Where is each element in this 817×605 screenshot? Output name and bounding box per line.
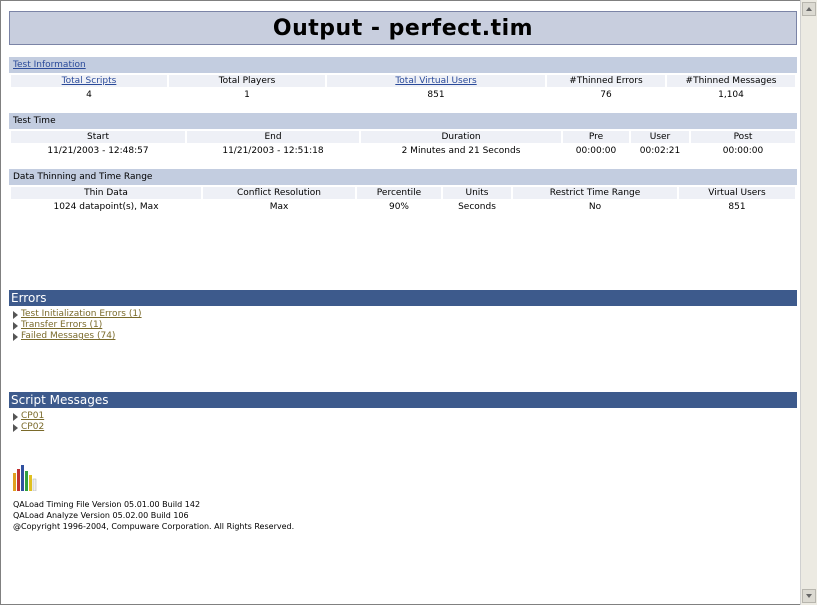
header-thinned-messages: #Thinned Messages bbox=[667, 75, 795, 87]
value-virtual-users: 851 bbox=[679, 201, 795, 213]
qaload-logo-icon bbox=[13, 465, 37, 491]
value-thin-data: 1024 datapoint(s), Max bbox=[11, 201, 201, 213]
expand-arrow-icon[interactable] bbox=[13, 310, 18, 319]
header-post: Post bbox=[691, 131, 795, 143]
expand-arrow-icon[interactable] bbox=[13, 412, 18, 421]
value-percentile: 90% bbox=[357, 201, 441, 213]
value-user: 00:02:21 bbox=[631, 145, 689, 157]
test-time-heading: Test Time bbox=[9, 113, 797, 129]
data-thinning-heading: Data Thinning and Time Range bbox=[9, 169, 797, 185]
test-information-table: Total Scripts Total Players Total Virtua… bbox=[9, 73, 797, 103]
header-thinned-errors: #Thinned Errors bbox=[547, 75, 665, 87]
value-end: 11/21/2003 - 12:51:18 bbox=[187, 145, 359, 157]
value-pre: 00:00:00 bbox=[563, 145, 629, 157]
header-total-scripts[interactable]: Total Scripts bbox=[11, 75, 167, 87]
header-total-players: Total Players bbox=[169, 75, 325, 87]
tree-item-label[interactable]: CP02 bbox=[21, 422, 44, 433]
table-header-row: Thin Data Conflict Resolution Percentile… bbox=[11, 187, 795, 199]
table-row: 11/21/2003 - 12:48:57 11/21/2003 - 12:51… bbox=[11, 145, 795, 157]
value-units: Seconds bbox=[443, 201, 511, 213]
table-header-row: Start End Duration Pre User Post bbox=[11, 131, 795, 143]
data-thinning-table: Thin Data Conflict Resolution Percentile… bbox=[9, 185, 797, 215]
report-content: Output - perfect.tim Test Information To… bbox=[9, 11, 797, 215]
header-duration: Duration bbox=[361, 131, 561, 143]
table-row: 4 1 851 76 1,104 bbox=[11, 89, 795, 101]
test-time-table: Start End Duration Pre User Post 11/21/2… bbox=[9, 129, 797, 159]
header-conflict-resolution: Conflict Resolution bbox=[203, 187, 355, 199]
errors-heading: Errors bbox=[11, 291, 47, 305]
copyright: @Copyright 1996-2004, Compuware Corporat… bbox=[13, 522, 295, 531]
value-total-players: 1 bbox=[169, 89, 325, 101]
value-total-virtual-users: 851 bbox=[327, 89, 545, 101]
tree-item-transfer-errors[interactable]: Transfer Errors (1) bbox=[13, 320, 142, 331]
value-start: 11/21/2003 - 12:48:57 bbox=[11, 145, 185, 157]
tree-item-failed-messages[interactable]: Failed Messages (74) bbox=[13, 331, 142, 342]
tree-item-label[interactable]: CP01 bbox=[21, 411, 44, 422]
tree-item-cp02[interactable]: CP02 bbox=[13, 422, 44, 433]
header-units: Units bbox=[443, 187, 511, 199]
page-title: Output - perfect.tim bbox=[272, 15, 534, 41]
test-information-heading[interactable]: Test Information bbox=[9, 57, 797, 73]
expand-arrow-icon[interactable] bbox=[13, 423, 18, 432]
timing-file-version: QALoad Timing File Version 05.01.00 Buil… bbox=[13, 500, 201, 509]
scroll-up-icon[interactable] bbox=[802, 2, 816, 16]
errors-tree: Test Initialization Errors (1) Transfer … bbox=[13, 309, 142, 342]
analyze-version: QALoad Analyze Version 05.02.00 Build 10… bbox=[13, 511, 189, 520]
header-end: End bbox=[187, 131, 359, 143]
tree-item-label[interactable]: Test Initialization Errors (1) bbox=[21, 309, 142, 320]
tree-item-test-initialization-errors[interactable]: Test Initialization Errors (1) bbox=[13, 309, 142, 320]
value-restrict-time-range: No bbox=[513, 201, 677, 213]
header-restrict-time-range: Restrict Time Range bbox=[513, 187, 677, 199]
header-virtual-users: Virtual Users bbox=[679, 187, 795, 199]
script-messages-tree: CP01 CP02 bbox=[13, 411, 44, 433]
value-duration: 2 Minutes and 21 Seconds bbox=[361, 145, 561, 157]
tree-item-cp01[interactable]: CP01 bbox=[13, 411, 44, 422]
header-percentile: Percentile bbox=[357, 187, 441, 199]
scroll-down-icon[interactable] bbox=[802, 589, 816, 603]
expand-arrow-icon[interactable] bbox=[13, 332, 18, 341]
table-row: 1024 datapoint(s), Max Max 90% Seconds N… bbox=[11, 201, 795, 213]
test-information-link[interactable]: Test Information bbox=[13, 60, 86, 70]
tree-item-label[interactable]: Transfer Errors (1) bbox=[21, 320, 102, 331]
tree-item-label[interactable]: Failed Messages (74) bbox=[21, 331, 115, 342]
header-total-virtual-users[interactable]: Total Virtual Users bbox=[327, 75, 545, 87]
data-thinning-heading-label: Data Thinning and Time Range bbox=[13, 172, 153, 182]
vertical-scrollbar[interactable] bbox=[800, 0, 817, 605]
test-time-heading-label: Test Time bbox=[13, 116, 56, 126]
header-user: User bbox=[631, 131, 689, 143]
table-header-row: Total Scripts Total Players Total Virtua… bbox=[11, 75, 795, 87]
errors-section-bar: Errors bbox=[9, 290, 797, 306]
value-conflict-resolution: Max bbox=[203, 201, 355, 213]
header-start: Start bbox=[11, 131, 185, 143]
value-thinned-errors: 76 bbox=[547, 89, 665, 101]
report-window: Output - perfect.tim Test Information To… bbox=[0, 0, 816, 605]
title-bar: Output - perfect.tim bbox=[9, 11, 797, 45]
script-messages-section-bar: Script Messages bbox=[9, 392, 797, 408]
value-thinned-messages: 1,104 bbox=[667, 89, 795, 101]
script-messages-heading: Script Messages bbox=[11, 393, 109, 407]
value-total-scripts: 4 bbox=[11, 89, 167, 101]
header-thin-data: Thin Data bbox=[11, 187, 201, 199]
expand-arrow-icon[interactable] bbox=[13, 321, 18, 330]
footer: QALoad Timing File Version 05.01.00 Buil… bbox=[13, 499, 294, 532]
header-pre: Pre bbox=[563, 131, 629, 143]
value-post: 00:00:00 bbox=[691, 145, 795, 157]
